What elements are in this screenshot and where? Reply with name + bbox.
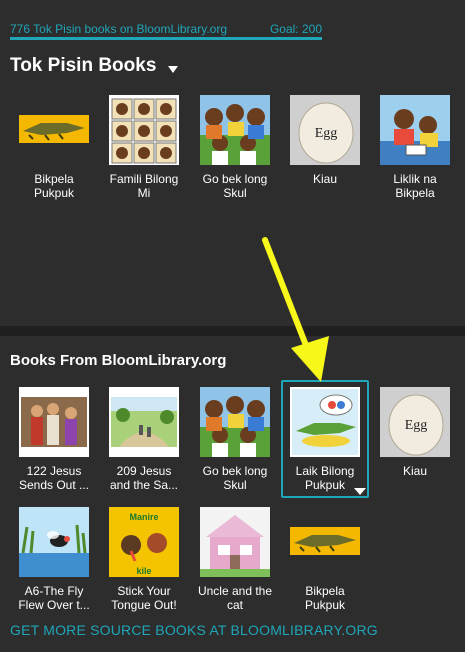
book-item[interactable]: Uncle and the cat (196, 507, 274, 612)
book-item[interactable]: Egg Kiau (376, 387, 454, 478)
tongue-cover-title: Manire (129, 512, 158, 522)
book-title: Kiau (402, 464, 428, 478)
egg-cover: Egg (380, 387, 450, 457)
book-title: Uncle and the cat (197, 584, 273, 612)
book-title: Bikpela Pukpuk (33, 172, 75, 200)
family-grid-cover (109, 95, 179, 165)
crocodile-cover (19, 95, 89, 165)
book-title: A6-The Fly Flew Over t... (18, 584, 90, 612)
book-item[interactable]: Famili Bilong Mi (105, 95, 183, 200)
book-title: Go bek long Skul (202, 172, 268, 200)
yellow-arrow-icon (262, 237, 329, 382)
house-cover (200, 507, 270, 577)
collection-title: Tok Pisin Books (10, 55, 157, 76)
book-title: Bikpela Pukpuk (304, 584, 346, 612)
book-title: Kiau (312, 172, 338, 186)
book-item[interactable]: A6-The Fly Flew Over t... (15, 507, 93, 612)
source-title: Books From BloomLibrary.org (10, 352, 227, 369)
get-more-books-link[interactable]: GET MORE SOURCE BOOKS AT BLOOMLIBRARY.OR… (10, 622, 378, 638)
landscape-cover (109, 387, 179, 457)
egg-cover: Egg (290, 95, 360, 165)
book-item[interactable]: 209 Jesus and the Sa... (105, 387, 183, 492)
book-title: Go bek long Skul (202, 464, 268, 492)
jesus-cover (19, 387, 89, 457)
book-item[interactable]: Manire kile Stick Your Tongue Out! (105, 507, 183, 612)
book-item-selected[interactable]: Laik Bilong Pukpuk (286, 387, 364, 492)
book-item[interactable]: Liklik na Bikpela (376, 95, 454, 200)
tongue-cover: Manire kile (109, 507, 179, 577)
book-title: Famili Bilong Mi (109, 172, 179, 200)
egg-cover-text: Egg (405, 418, 428, 433)
book-item[interactable]: Egg Kiau (286, 95, 364, 186)
book-title: Liklik na Bikpela (393, 172, 437, 200)
book-item[interactable]: Go bek long Skul (196, 387, 274, 492)
book-item[interactable]: 122 Jesus Sends Out ... (15, 387, 93, 492)
book-item[interactable]: Go bek long Skul (196, 95, 274, 200)
panel-divider[interactable] (0, 326, 465, 336)
fly-cover (19, 507, 89, 577)
collection-panel: 776 Tok Pisin books on BloomLibrary.org … (0, 0, 465, 326)
book-title: 209 Jesus and the Sa... (109, 464, 179, 492)
book-title: 122 Jesus Sends Out ... (18, 464, 90, 492)
children-cover (200, 95, 270, 165)
book-title: Stick Your Tongue Out! (111, 584, 177, 612)
dropdown-caret-icon[interactable] (168, 66, 178, 73)
book-count-text[interactable]: 776 Tok Pisin books on BloomLibrary.org (10, 22, 227, 36)
children-cover (200, 387, 270, 457)
progress-bar (10, 37, 322, 40)
egg-cover-text: Egg (315, 126, 338, 141)
selected-book-menu-caret-icon[interactable] (354, 488, 366, 495)
tongue-cover-subtitle: kile (136, 566, 151, 576)
goal-text: Goal: 200 (269, 22, 322, 36)
reading-cover (380, 95, 450, 165)
crocodile-dream-cover (290, 387, 360, 457)
book-title: Laik Bilong Pukpuk (295, 464, 355, 492)
book-item[interactable]: Bikpela Pukpuk (15, 95, 93, 200)
crocodile-cover (290, 507, 360, 577)
book-item[interactable]: Bikpela Pukpuk (286, 507, 364, 612)
